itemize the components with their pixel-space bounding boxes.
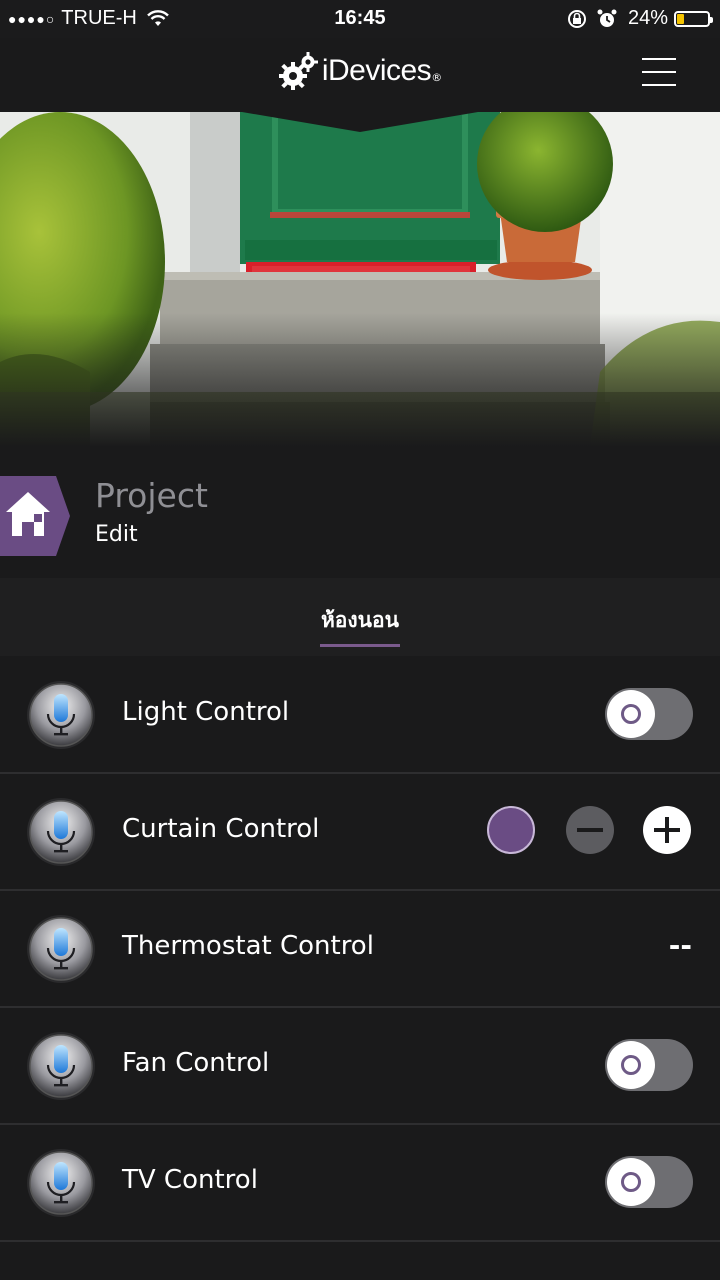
toggle-knob <box>607 1158 655 1206</box>
microphone-icon[interactable] <box>26 1031 96 1101</box>
toggle-knob <box>607 1041 655 1089</box>
active-tab-indicator <box>320 644 400 647</box>
list-item-light-control: Light Control <box>0 657 720 774</box>
orientation-lock-icon <box>567 9 586 28</box>
gears-icon <box>278 52 318 90</box>
list-item-curtain-control: Curtain Control <box>0 774 720 891</box>
microphone-icon[interactable] <box>26 1148 96 1218</box>
toggle-knob <box>607 690 655 738</box>
list-item-thermostat-control: Thermostat Control -- <box>0 891 720 1008</box>
tv-toggle[interactable] <box>605 1156 693 1208</box>
light-toggle[interactable] <box>605 688 693 740</box>
microphone-icon[interactable] <box>26 680 96 750</box>
hamburger-menu-button[interactable] <box>642 58 676 86</box>
battery-percent: 24% <box>627 7 668 29</box>
edit-button[interactable]: Edit <box>95 522 138 547</box>
brand-name: iDevices <box>321 54 432 87</box>
project-header: Project Edit <box>0 470 720 560</box>
list-item-fan-control: Fan Control <box>0 1008 720 1125</box>
thermostat-value: -- <box>668 929 692 962</box>
brand-mark: ® <box>431 71 443 84</box>
microphone-icon[interactable] <box>26 797 96 867</box>
alarm-icon <box>597 9 617 27</box>
curtain-open-button[interactable] <box>643 806 691 854</box>
home-icon[interactable] <box>0 476 72 556</box>
project-title: Project <box>95 476 208 515</box>
nav-bar: iDevices ® <box>0 38 720 112</box>
fan-toggle[interactable] <box>605 1039 693 1091</box>
control-label: TV Control <box>122 1165 258 1195</box>
control-label: Fan Control <box>122 1048 270 1078</box>
status-right: 24% <box>566 7 713 30</box>
control-label: Curtain Control <box>122 814 320 844</box>
battery-icon <box>674 10 713 27</box>
status-bar: ●●●●○ TRUE-H 16:45 24% <box>0 0 720 38</box>
curtain-status-button[interactable] <box>487 806 535 854</box>
brand-logo: iDevices ® <box>0 52 720 90</box>
control-label: Light Control <box>122 697 290 727</box>
battery-level <box>677 13 684 24</box>
hero-image <box>0 112 720 447</box>
control-label: Thermostat Control <box>122 931 374 961</box>
controls-list: Light Control Curtain Control Thermostat… <box>0 657 720 1242</box>
list-item-tv-control: TV Control <box>0 1125 720 1242</box>
curtain-close-button[interactable] <box>566 806 614 854</box>
room-tabs: ห้องนอน <box>0 578 720 656</box>
microphone-icon[interactable] <box>26 914 96 984</box>
tab-bedroom[interactable]: ห้องนอน <box>0 604 720 637</box>
